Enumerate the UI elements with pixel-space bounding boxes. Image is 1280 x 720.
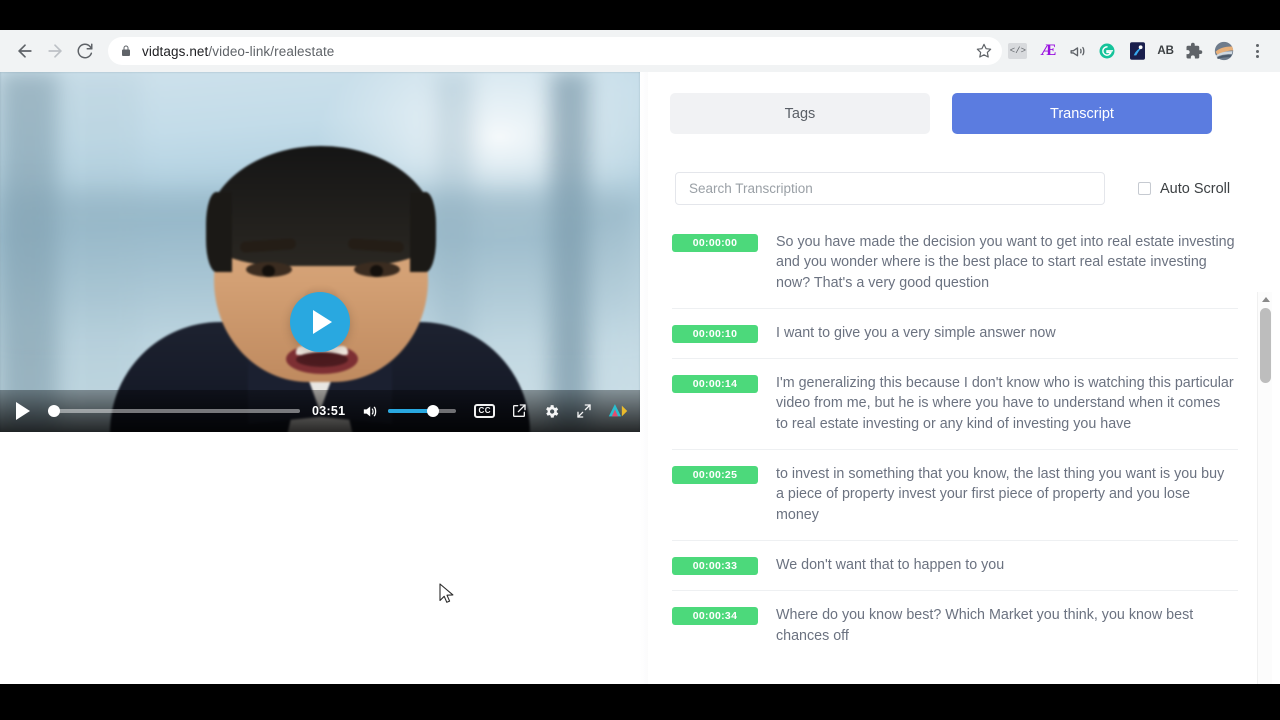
scrollbar-thumb[interactable]	[1260, 308, 1271, 383]
letterbox-top	[0, 0, 1280, 30]
tab-transcript[interactable]: Transcript	[952, 93, 1212, 134]
transcript-row[interactable]: 00:00:14 I'm generalizing this because I…	[672, 359, 1238, 451]
volume-handle[interactable]	[427, 405, 440, 417]
code-extension-label: </>	[1009, 46, 1026, 56]
transcript-list[interactable]: 00:00:00 So you have made the decision y…	[672, 218, 1238, 718]
panel-tabs: Tags Transcript	[670, 93, 1212, 134]
video-duration: 03:51	[311, 404, 346, 418]
puzzle-extensions-icon[interactable]	[1184, 41, 1204, 61]
captions-icon[interactable]: CC	[474, 404, 495, 418]
transcript-timestamp[interactable]: 00:00:34	[672, 607, 758, 626]
code-extension-icon[interactable]: </>	[1008, 43, 1028, 59]
transcript-timestamp[interactable]: 00:00:14	[672, 375, 758, 394]
kebab-menu-icon[interactable]	[1246, 44, 1268, 58]
transcript-timestamp[interactable]: 00:00:10	[672, 324, 758, 343]
transcript-text: So you have made the decision you want t…	[776, 234, 1235, 291]
transcript-timestamp[interactable]: 00:00:25	[672, 466, 758, 485]
transcript-text: Where do you know best? Which Market you…	[776, 607, 1194, 644]
transcript-list-wrapper: 00:00:00 So you have made the decision y…	[672, 218, 1272, 718]
mouse-cursor	[439, 583, 455, 610]
tab-transcript-label: Transcript	[1050, 105, 1114, 122]
ab-extension-icon[interactable]: AB	[1157, 41, 1174, 61]
ae-extension-label: Æ	[1040, 42, 1056, 59]
blue-extension-icon[interactable]	[1127, 41, 1147, 61]
volume-icon[interactable]	[361, 403, 378, 420]
letterbox-bottom	[0, 684, 1280, 720]
popout-icon[interactable]	[511, 403, 527, 419]
transcript-row[interactable]: 00:00:33 We don't want that to happen to…	[672, 541, 1238, 592]
transcript-search-row: Auto Scroll	[675, 172, 1255, 205]
lock-icon	[120, 45, 132, 57]
reload-icon[interactable]	[70, 36, 100, 66]
transcript-timestamp[interactable]: 00:00:33	[672, 556, 758, 575]
gear-icon[interactable]	[543, 403, 560, 420]
transcript-timestamp[interactable]: 00:00:00	[672, 234, 758, 252]
url-path: /video-link/realestate	[208, 43, 335, 59]
transcript-text: We don't want that to happen to you	[776, 556, 1005, 573]
transcript-text: I want to give you a very simple answer …	[776, 324, 1056, 341]
seek-handle[interactable]	[48, 405, 60, 417]
scroll-up-arrow-icon[interactable]	[1258, 292, 1273, 306]
auto-scroll-label: Auto Scroll	[1160, 180, 1231, 197]
fullscreen-icon[interactable]	[576, 403, 592, 419]
page-content: 03:51 CC Tags Transcript Search Transcri…	[0, 72, 1280, 712]
transcript-panel: Tags Transcript Auto Scroll 00:00:00 So	[648, 72, 1280, 712]
play-icon[interactable]	[12, 402, 34, 420]
profile-avatar-icon[interactable]	[1214, 41, 1234, 61]
forward-arrow-icon[interactable]	[40, 36, 70, 66]
search-input[interactable]	[675, 172, 1105, 205]
vidtags-logo-icon[interactable]	[608, 403, 628, 419]
seek-bar[interactable]	[48, 405, 300, 417]
ae-extension-icon[interactable]: Æ	[1037, 41, 1057, 61]
star-icon[interactable]	[976, 43, 992, 59]
video-frame-image	[0, 72, 640, 432]
tab-tags-label: Tags	[784, 105, 816, 122]
url-host: vidtags.net	[142, 43, 209, 59]
video-meta: Where Is The Best Place To Start Real Es…	[0, 432, 640, 450]
grammarly-extension-icon[interactable]	[1097, 41, 1117, 61]
browser-toolbar: vidtags.net/video-link/realestate </> Æ …	[0, 30, 1280, 72]
transcript-row[interactable]: 00:00:25 to invest in something that you…	[672, 450, 1238, 541]
url-text: vidtags.net/video-link/realestate	[142, 44, 334, 59]
transcript-row[interactable]: 00:00:34 Where do you know best? Which M…	[672, 591, 1238, 661]
auto-scroll-toggle[interactable]: Auto Scroll	[1138, 181, 1230, 197]
address-bar[interactable]: vidtags.net/video-link/realestate	[108, 37, 1003, 65]
back-arrow-icon[interactable]	[10, 36, 40, 66]
video-column: 03:51 CC	[0, 72, 640, 684]
play-circle-icon[interactable]	[290, 292, 350, 352]
column-divider	[640, 72, 648, 684]
transcript-row[interactable]: 00:00:00 So you have made the decision y…	[672, 218, 1238, 309]
transcript-row[interactable]: 00:00:10 I want to give you a very simpl…	[672, 309, 1238, 360]
auto-scroll-checkbox[interactable]	[1138, 182, 1151, 195]
page-root: vidtags.net/video-link/realestate </> Æ …	[0, 0, 1280, 720]
video-player[interactable]: 03:51 CC	[0, 72, 640, 432]
video-controls-bar: 03:51 CC	[0, 390, 640, 432]
extensions-bar: </> Æ AB	[1008, 41, 1270, 61]
tab-tags[interactable]: Tags	[670, 93, 930, 134]
transcript-text: I'm generalizing this because I don't kn…	[776, 375, 1234, 432]
megaphone-extension-icon[interactable]	[1067, 41, 1087, 61]
transcript-scrollbar[interactable]	[1257, 292, 1272, 712]
ab-extension-label: AB	[1157, 45, 1174, 57]
volume-slider[interactable]	[388, 405, 457, 417]
transcript-text: to invest in something that you know, th…	[776, 466, 1225, 523]
